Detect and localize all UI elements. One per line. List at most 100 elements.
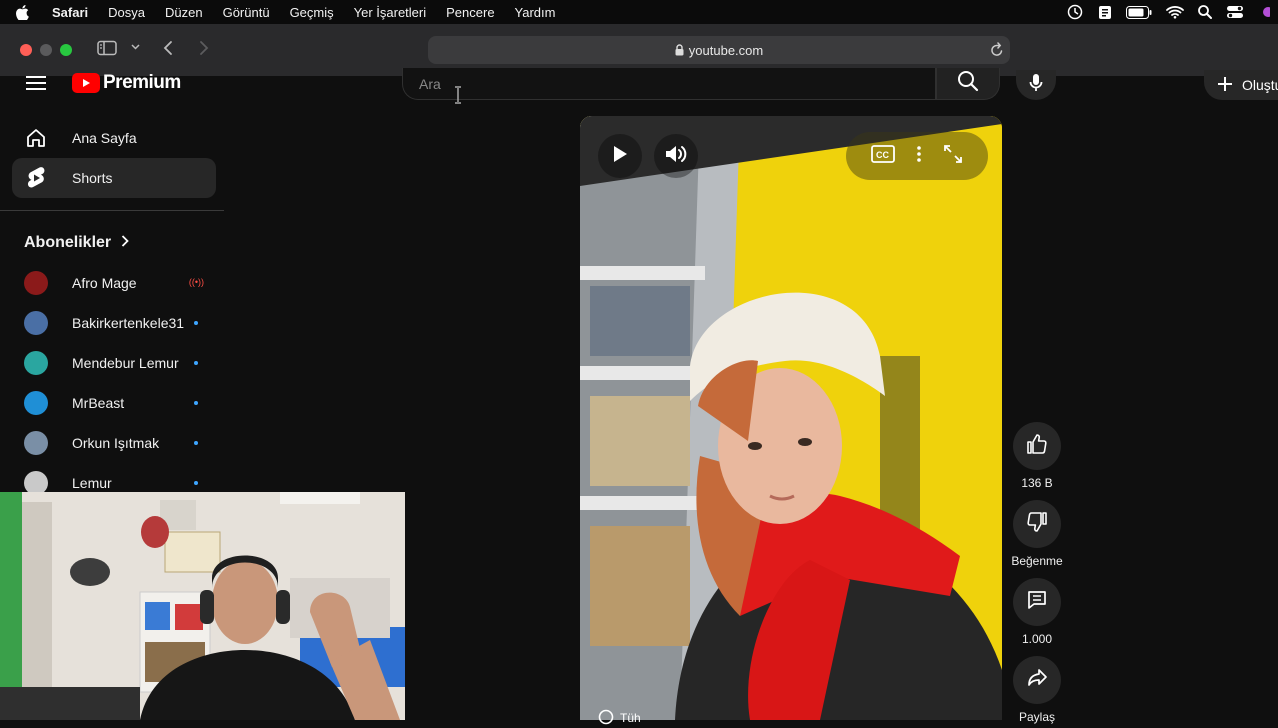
screen-time-icon[interactable]	[1066, 4, 1084, 20]
subscription-item[interactable]: Mendebur Lemur	[12, 343, 216, 383]
video-bottom-chip-label: Tüh	[620, 711, 641, 725]
sidebar-divider	[0, 210, 224, 211]
comment-count: 1.000	[1021, 632, 1053, 646]
new-content-dot	[194, 481, 198, 485]
avatar	[24, 351, 48, 375]
window-controls	[20, 44, 72, 56]
subscription-name: MrBeast	[72, 395, 125, 411]
volume-button[interactable]	[654, 134, 698, 178]
shorts-video-player[interactable]	[580, 116, 1002, 720]
search-icon	[957, 70, 979, 97]
menu-gecmis[interactable]: Geçmiş	[290, 5, 334, 20]
voice-search-button[interactable]	[1016, 70, 1056, 100]
share-button[interactable]	[1013, 656, 1061, 704]
youtube-header: Premium Ara Oluştur	[0, 68, 1278, 102]
captions-icon[interactable]: CC	[871, 144, 895, 168]
macos-menu-bar: Safari Dosya Düzen Görüntü Geçmiş Yer İş…	[0, 0, 1278, 24]
subscription-item[interactable]: Bakirkertenkele31	[12, 303, 216, 343]
new-content-dot	[194, 321, 198, 325]
webcam-overlay	[0, 492, 405, 720]
microphone-icon	[1029, 73, 1043, 98]
sidebar-item-home[interactable]: Ana Sayfa	[12, 118, 216, 158]
chevron-right-icon	[121, 234, 129, 252]
menu-hamburger-icon[interactable]	[26, 76, 46, 90]
like-action: 136 B	[1012, 422, 1062, 490]
clipboard-icon[interactable]	[1098, 4, 1112, 20]
wifi-icon[interactable]	[1166, 5, 1184, 19]
address-bar[interactable]: youtube.com	[428, 36, 1010, 64]
subscription-item[interactable]: MrBeast	[12, 383, 216, 423]
dislike-button[interactable]	[1013, 500, 1061, 548]
create-button[interactable]: Oluştur	[1204, 70, 1278, 100]
back-icon[interactable]	[163, 40, 173, 56]
forward-icon[interactable]	[199, 40, 209, 56]
youtube-premium-logo[interactable]: Premium	[72, 72, 181, 94]
fullscreen-icon[interactable]	[943, 144, 963, 169]
apple-menu-icon[interactable]	[16, 4, 30, 20]
reload-icon[interactable]	[990, 42, 1004, 58]
play-icon	[611, 144, 629, 169]
subscription-name: Lemur	[72, 475, 112, 491]
search-button[interactable]	[936, 68, 1000, 100]
more-options-icon[interactable]	[917, 145, 921, 167]
minimize-window-button[interactable]	[40, 44, 52, 56]
comments-button[interactable]	[1013, 578, 1061, 626]
close-window-button[interactable]	[20, 44, 32, 56]
sidebar: Ana Sayfa Shorts Abonelikler Afro Mage (…	[0, 118, 224, 503]
battery-icon[interactable]	[1126, 5, 1152, 19]
video-bottom-chip[interactable]: Tüh	[598, 708, 641, 728]
avatar	[24, 431, 48, 455]
new-content-dot	[194, 361, 198, 365]
new-content-dot	[194, 401, 198, 405]
live-indicator-icon: ((•))	[188, 277, 204, 287]
shorts-icon	[24, 166, 48, 190]
subscription-name: Orkun Işıtmak	[72, 435, 160, 451]
lock-icon	[675, 44, 684, 56]
siri-icon[interactable]	[1258, 4, 1270, 20]
share-label: Paylaş	[1018, 710, 1056, 724]
url-text: youtube.com	[688, 42, 764, 58]
subscription-item[interactable]: Afro Mage ((•))	[12, 263, 216, 303]
spotlight-search-icon[interactable]	[1198, 5, 1212, 19]
sidebar-item-shorts[interactable]: Shorts	[12, 158, 216, 198]
thumbs-down-icon	[1026, 511, 1048, 538]
zoom-window-button[interactable]	[60, 44, 72, 56]
avatar	[24, 311, 48, 335]
sidebar-item-label: Ana Sayfa	[72, 130, 137, 146]
avatar	[24, 391, 48, 415]
comment-icon	[1026, 589, 1048, 616]
menu-dosya[interactable]: Dosya	[108, 5, 145, 20]
menu-pencere[interactable]: Pencere	[446, 5, 494, 20]
menu-yardim[interactable]: Yardım	[515, 5, 556, 20]
text-cursor-icon	[453, 86, 463, 109]
search-input[interactable]: Ara	[402, 68, 936, 100]
share-action: Paylaş	[1012, 656, 1062, 724]
menu-goruntu[interactable]: Görüntü	[223, 5, 270, 20]
menu-safari[interactable]: Safari	[52, 5, 88, 20]
dislike-action: Beğenme	[1011, 500, 1063, 568]
subscriptions-title: Abonelikler	[24, 234, 112, 251]
youtube-play-logo-icon	[72, 73, 100, 93]
menu-duzen[interactable]: Düzen	[165, 5, 203, 20]
subscriptions-header[interactable]: Abonelikler	[24, 223, 224, 263]
comments-action: 1.000	[1012, 578, 1062, 646]
subscription-item[interactable]: Orkun Işıtmak	[12, 423, 216, 463]
sidebar-toggle-icon[interactable]	[97, 40, 117, 56]
like-button[interactable]	[1013, 422, 1061, 470]
dislike-label: Beğenme	[1011, 554, 1063, 568]
plus-icon	[1216, 75, 1234, 96]
logo-premium-text: Premium	[103, 72, 181, 93]
volume-icon	[664, 143, 688, 170]
svg-text:CC: CC	[876, 150, 889, 160]
thumbs-up-icon	[1026, 433, 1048, 460]
play-button[interactable]	[598, 134, 642, 178]
menu-yer-isaretleri[interactable]: Yer İşaretleri	[354, 5, 427, 20]
home-icon	[24, 126, 48, 150]
chevron-down-icon[interactable]	[131, 44, 140, 50]
control-center-icon[interactable]	[1226, 5, 1244, 19]
video-controls-group: CC	[846, 132, 988, 180]
subscription-name: Mendebur Lemur	[72, 355, 179, 371]
subscription-name: Bakirkertenkele31	[72, 315, 185, 331]
new-content-dot	[194, 441, 198, 445]
sidebar-item-label: Shorts	[72, 170, 113, 186]
